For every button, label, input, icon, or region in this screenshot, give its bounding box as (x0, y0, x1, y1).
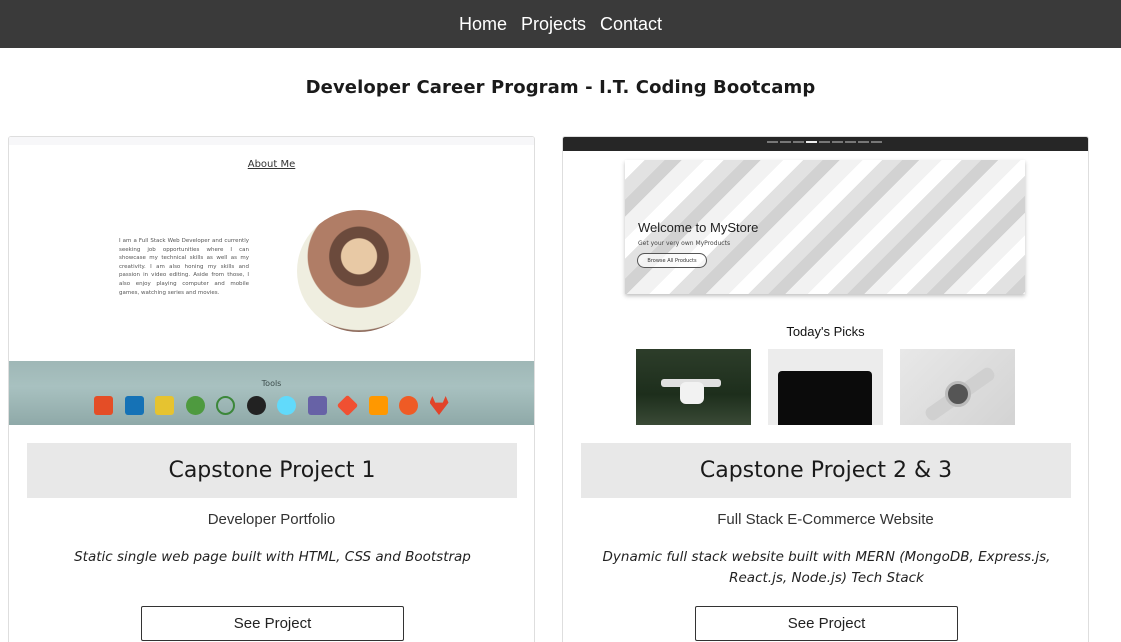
project-description: Static single web page built with HTML, … (74, 549, 471, 565)
nav-link-projects[interactable]: Projects (521, 14, 586, 35)
heroku-icon (307, 396, 327, 415)
nodejs-icon (216, 396, 235, 415)
profile-photo (297, 210, 421, 332)
project-subtitle: Developer Portfolio (207, 511, 336, 528)
preview-welcome-text: Welcome to MyStore (638, 220, 759, 235)
preview-tagline: Get your very own MyProducts (638, 240, 731, 247)
see-project-button[interactable]: See Project (141, 606, 404, 641)
tools-icons-row (94, 394, 460, 417)
nav-link-home[interactable]: Home (459, 14, 507, 35)
top-navbar: Home Projects Contact (0, 0, 1121, 48)
portfolio-preview-image: About Me I am a Full Stack Web Developer… (9, 137, 534, 425)
git-icon (336, 394, 359, 417)
see-project-button[interactable]: See Project (695, 606, 958, 641)
javascript-icon (155, 396, 174, 415)
express-icon (246, 396, 266, 415)
store-preview-image: Welcome to MyStore Get your very own MyP… (563, 137, 1088, 425)
product-image-drone (636, 349, 751, 425)
preview-hero-banner: Welcome to MyStore Get your very own MyP… (625, 160, 1025, 294)
preview-browse-button: Browse All Products (637, 253, 707, 268)
postman-icon (399, 396, 418, 415)
project-title: Capstone Project 2 & 3 (581, 443, 1071, 498)
preview-bio-text: I am a Full Stack Web Developer and curr… (119, 238, 249, 296)
project-card-1: About Me I am a Full Stack Web Developer… (8, 136, 535, 642)
css3-icon (124, 396, 144, 415)
product-image-watch (900, 349, 1015, 425)
preview-picks-heading: Today's Picks (786, 324, 865, 339)
project-description: Dynamic full stack website built with ME… (602, 549, 1051, 586)
html5-icon (94, 396, 113, 415)
preview-about-label: About Me (247, 159, 296, 170)
react-icon (277, 396, 296, 415)
preview-tools-label: Tools (261, 379, 282, 388)
product-image-tablet (768, 349, 883, 425)
program-title: Developer Career Program - I.T. Coding B… (305, 77, 816, 98)
carousel-indicators (767, 141, 884, 143)
preview-tools-section: Tools (9, 361, 534, 425)
sublime-icon (368, 396, 388, 415)
project-title: Capstone Project 1 (27, 443, 517, 498)
gitlab-icon (429, 396, 449, 415)
nav-link-contact[interactable]: Contact (600, 14, 662, 35)
project-subtitle: Full Stack E-Commerce Website (717, 511, 934, 528)
preview-navbar (563, 137, 1088, 151)
mongodb-icon (185, 396, 205, 415)
project-card-2: Welcome to MyStore Get your very own MyP… (562, 136, 1089, 642)
